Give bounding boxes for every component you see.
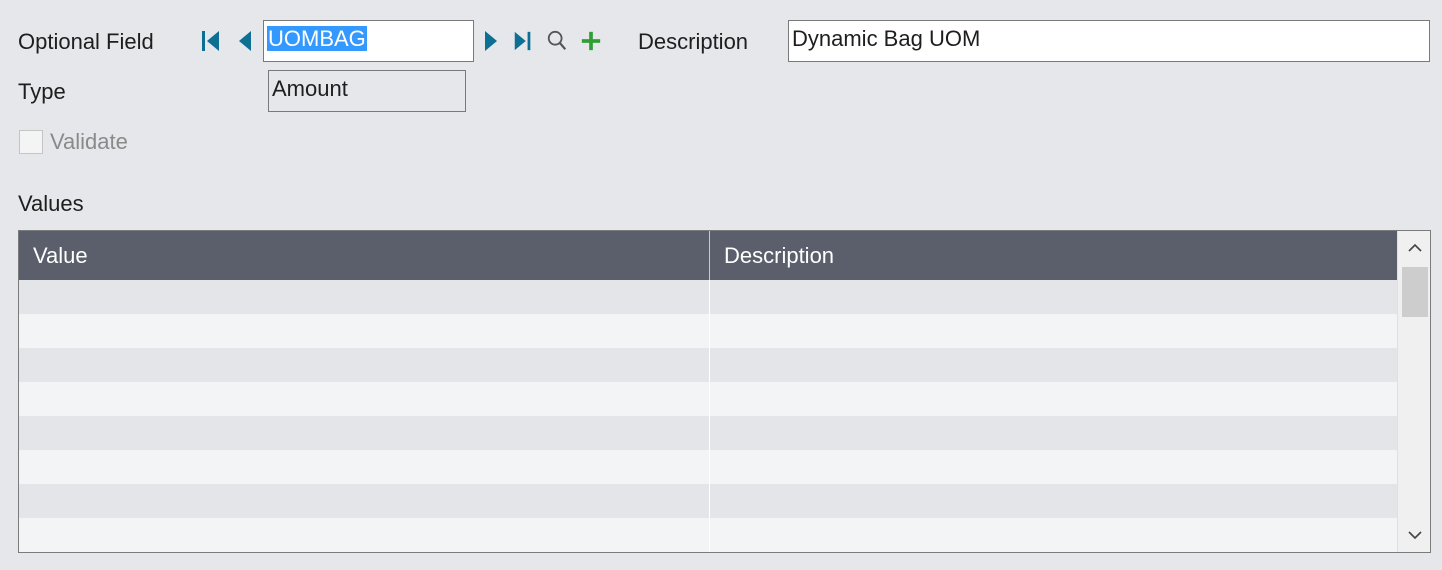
search-icon [547, 30, 567, 50]
description-cell[interactable] [709, 280, 1397, 314]
value-cell[interactable] [19, 280, 709, 314]
type-label: Type [18, 79, 66, 104]
nav-previous-button[interactable] [234, 26, 256, 56]
value-cell[interactable] [19, 450, 709, 484]
value-cell[interactable] [19, 382, 709, 416]
values-section-title: Values [18, 191, 84, 216]
description-cell[interactable] [709, 348, 1397, 382]
value-cell[interactable] [19, 416, 709, 450]
scroll-up-button[interactable] [1398, 231, 1430, 265]
scroll-down-button[interactable] [1398, 518, 1430, 552]
description-cell[interactable] [709, 382, 1397, 416]
chevron-up-icon [1407, 243, 1422, 252]
table-row[interactable] [19, 450, 1397, 484]
description-cell[interactable] [709, 416, 1397, 450]
column-header-description[interactable]: Description [709, 231, 1397, 280]
nav-next-icon [485, 31, 497, 51]
scroll-thumb[interactable] [1402, 267, 1428, 317]
description-cell[interactable] [709, 518, 1397, 552]
finder-button[interactable] [546, 26, 568, 56]
new-button[interactable] [580, 26, 602, 56]
table-row[interactable] [19, 416, 1397, 450]
table-row[interactable] [19, 484, 1397, 518]
nav-first-button[interactable] [200, 26, 222, 56]
table-row[interactable] [19, 280, 1397, 314]
table-row[interactable] [19, 382, 1397, 416]
grid-header: Value Description [19, 231, 1397, 280]
table-row[interactable] [19, 314, 1397, 348]
plus-icon [581, 31, 601, 51]
optional-field-input[interactable]: UOMBAG [263, 20, 474, 62]
description-cell[interactable] [709, 314, 1397, 348]
value-cell[interactable] [19, 484, 709, 518]
description-cell[interactable] [709, 450, 1397, 484]
validate-label: Validate [50, 129, 128, 154]
optional-field-label: Optional Field [18, 29, 154, 54]
value-cell[interactable] [19, 348, 709, 382]
values-grid[interactable]: Value Description [18, 230, 1431, 553]
optional-field-value: UOMBAG [267, 26, 367, 51]
table-row[interactable] [19, 518, 1397, 552]
nav-next-button[interactable] [480, 26, 502, 56]
column-header-value[interactable]: Value [19, 231, 709, 280]
nav-last-icon [514, 31, 531, 51]
nav-last-button[interactable] [512, 26, 534, 56]
type-field: Amount [268, 70, 466, 112]
value-cell[interactable] [19, 314, 709, 348]
nav-previous-icon [239, 31, 251, 51]
grid-body [19, 280, 1397, 552]
table-row[interactable] [19, 348, 1397, 382]
description-input[interactable]: Dynamic Bag UOM [788, 20, 1430, 62]
description-cell[interactable] [709, 484, 1397, 518]
validate-checkbox[interactable] [19, 130, 43, 154]
description-label: Description [638, 29, 749, 54]
nav-first-icon [202, 31, 219, 51]
chevron-down-icon [1407, 531, 1422, 540]
vertical-scrollbar[interactable] [1397, 231, 1430, 552]
value-cell[interactable] [19, 518, 709, 552]
